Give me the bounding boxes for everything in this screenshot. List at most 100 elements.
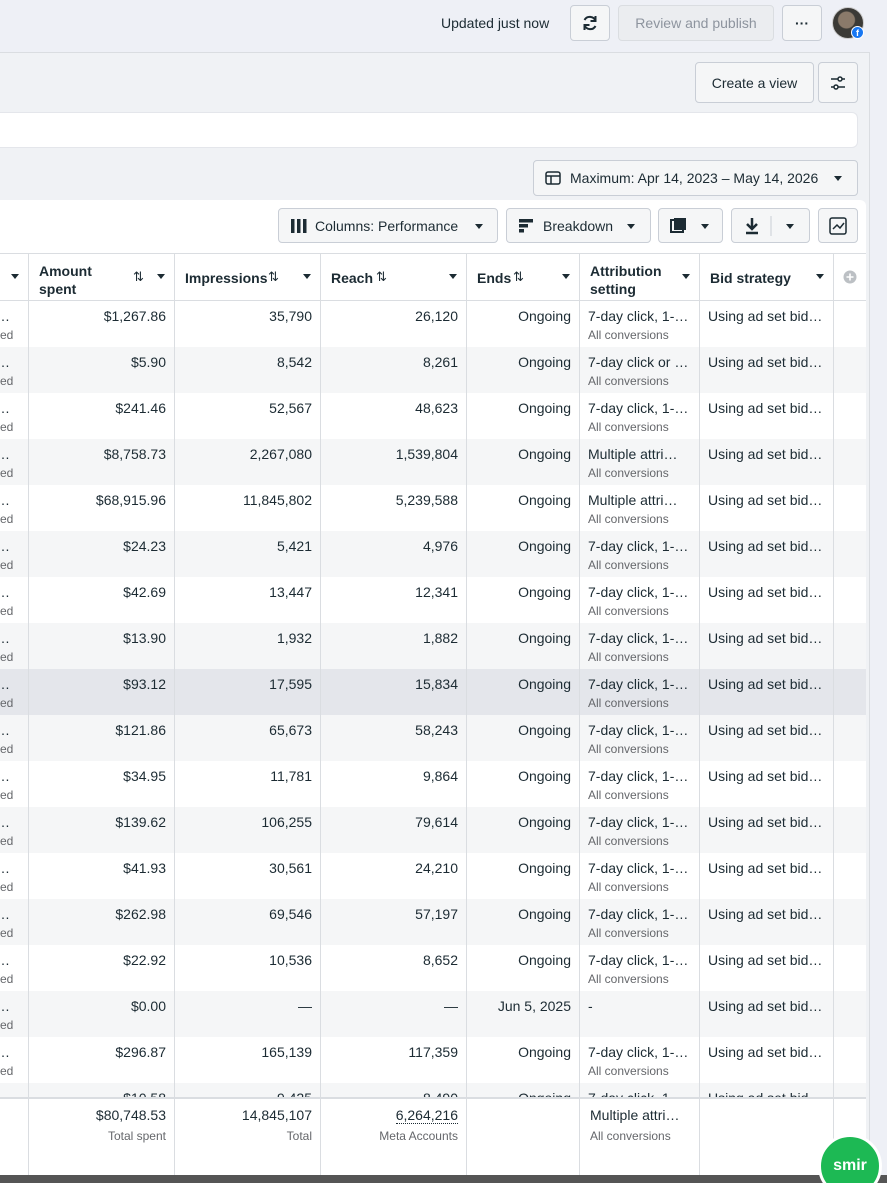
cell-value: 7-day click, 1-… (588, 814, 689, 830)
table-cell-bid: Using ad set bid… (700, 439, 834, 485)
cell-subtext: red (0, 880, 14, 894)
table-row[interactable]: … red $296.87 165,139 117,359 Ongoing 7-day cl… (0, 1037, 866, 1083)
table-row[interactable]: … red $5.90 8,542 8,261 Ongoing 7-day click or… (0, 347, 866, 393)
cell-value: 79,614 (415, 814, 458, 830)
cell-subtext: All conversions (588, 788, 669, 802)
cell-value: 2,267,080 (249, 446, 312, 462)
search-filter-bar[interactable] (0, 112, 858, 148)
table-row[interactable]: … red $41.93 30,561 24,210 Ongoing 7-day click… (0, 853, 866, 899)
column-label: Bid strategy (710, 270, 791, 286)
table-cell-amount: $13.90 (29, 623, 175, 669)
cell-value: … (0, 952, 10, 968)
table-row[interactable]: … red $34.95 11,781 9,864 Ongoing 7-day click,… (0, 761, 866, 807)
table-row[interactable]: … red $13.90 1,932 1,882 Ongoing 7-day click, … (0, 623, 866, 669)
table-row[interactable]: … red $139.62 106,255 79,614 Ongoing 7-day cli… (0, 807, 866, 853)
cell-subtext: red (0, 420, 14, 434)
cell-value: Ongoing (518, 584, 571, 600)
table-row[interactable]: … red $68,915.96 11,845,802 5,239,588 Ongoing… (0, 485, 866, 531)
cell-value: Ongoing (518, 814, 571, 830)
table-cell-reach: 5,239,588 (321, 485, 467, 531)
refresh-button[interactable] (570, 5, 610, 41)
cell-value: $13.90 (123, 630, 166, 646)
table-cell-attr: - (580, 991, 700, 1037)
cell-value: 35,790 (269, 308, 312, 324)
smir-badge[interactable]: smir (818, 1134, 882, 1183)
cell-value: Ongoing (518, 630, 571, 646)
table-cell-attr: 7-day click, 1-… All conversions (580, 623, 700, 669)
table-row[interactable]: … red $24.23 5,421 4,976 Ongoing 7-day click, … (0, 531, 866, 577)
table-row[interactable]: … red $42.69 13,447 12,341 Ongoing 7-day click… (0, 577, 866, 623)
cell-value: 24,210 (415, 860, 458, 876)
cell-value: 1,932 (276, 630, 312, 646)
total-reach-value[interactable]: 6,264,216 (395, 1107, 458, 1124)
table-row[interactable]: … red $0.00 — — Jun 5, 2025 - Using ad set bid… (0, 991, 866, 1037)
cell-value: … (0, 308, 10, 324)
table-cell-ends: Ongoing (467, 485, 580, 531)
cell-value: 7-day click, 1-… (588, 906, 689, 922)
table-cell-attr: 7-day click, 1-… All conversions (580, 669, 700, 715)
column-header-ends[interactable]: Ends ⇅ (467, 254, 580, 301)
chart-button[interactable] (818, 208, 858, 243)
table-cell-c0: … red (0, 715, 29, 761)
table-cell-attr: 7-day click, 1-… All conversions (580, 1037, 700, 1083)
date-range-picker[interactable]: Maximum: Apr 14, 2023 – May 14, 2026 (533, 160, 858, 196)
table-cell-empty (834, 485, 866, 531)
cell-subtext: red (0, 374, 14, 388)
cell-value: 5,421 (276, 538, 312, 554)
export-button[interactable] (731, 208, 810, 243)
column-header-impressions[interactable]: Impressions ⇅ (175, 254, 321, 301)
sort-icon[interactable]: ⇅ (513, 269, 524, 285)
cell-value: … (0, 768, 10, 784)
table-cell-c0: … red (0, 991, 29, 1037)
total-attribution-value: Multiple attri… (590, 1107, 680, 1123)
table-row[interactable]: … red $93.12 17,595 15,834 Ongoing 7-day click… (0, 669, 866, 715)
column-header-attribution[interactable]: Attribution setting (580, 254, 700, 301)
cell-value: Using ad set bid… (708, 952, 823, 968)
table-cell-c0: … red (0, 669, 29, 715)
cell-value: — (444, 998, 458, 1014)
cell-value: Using ad set bid… (708, 676, 823, 692)
create-view-button[interactable]: Create a view (695, 62, 814, 103)
add-column-button[interactable] (834, 254, 866, 301)
table-row[interactable]: … red $241.46 52,567 48,623 Ongoing 7-day clic… (0, 393, 866, 439)
cell-value: Ongoing (518, 538, 571, 554)
cell-value: 10,536 (269, 952, 312, 968)
table-cell-impressions: 69,546 (175, 899, 321, 945)
columns-button[interactable]: Columns: Performance (278, 208, 498, 243)
column-header-amount-spent[interactable]: Amount spent ⇅ (29, 254, 175, 301)
reports-button[interactable] (658, 208, 723, 243)
column-header-name[interactable] (0, 254, 29, 301)
table-row[interactable]: … red $22.92 10,536 8,652 Ongoing 7-day click,… (0, 945, 866, 991)
cell-subtext: All conversions (588, 926, 669, 940)
cell-value: 7-day click, 1-… (588, 676, 689, 692)
column-header-bid-strategy[interactable]: Bid strategy (700, 254, 834, 301)
table-cell-c0: … red (0, 439, 29, 485)
more-options-button[interactable]: ··· (782, 5, 822, 41)
table-cell-empty (834, 439, 866, 485)
column-header-reach[interactable]: Reach ⇅ (321, 254, 467, 301)
table-row[interactable]: … red $8,758.73 2,267,080 1,539,804 Ongoing Mu… (0, 439, 866, 485)
chevron-down-icon (475, 224, 483, 229)
cell-value: Jun 5, 2025 (497, 998, 571, 1014)
table-cell-amount: $139.62 (29, 807, 175, 853)
table-row[interactable]: … red $262.98 69,546 57,197 Ongoing 7-day clic… (0, 899, 866, 945)
cell-subtext: red (0, 328, 14, 342)
sort-icon[interactable]: ⇅ (376, 269, 387, 285)
table-cell-reach: 57,197 (321, 899, 467, 945)
table-cell-amount: $241.46 (29, 393, 175, 439)
total-amount-caption: Total spent (107, 1129, 166, 1143)
cell-value: … (0, 492, 10, 508)
table-row[interactable]: … red $1,267.86 35,790 26,120 Ongoing 7-day cl… (0, 301, 866, 347)
table-row[interactable]: … red $121.86 65,673 58,243 Ongoing 7-day clic… (0, 715, 866, 761)
cell-value: $93.12 (123, 676, 166, 692)
cell-value: $68,915.96 (95, 492, 166, 508)
breakdown-button[interactable]: Breakdown (506, 208, 651, 243)
table-cell-ends: Ongoing (467, 945, 580, 991)
sort-icon[interactable]: ⇅ (268, 269, 279, 285)
settings-button[interactable] (818, 62, 858, 103)
table-cell-reach: 48,623 (321, 393, 467, 439)
review-publish-button[interactable]: Review and publish (618, 5, 774, 41)
table-cell-impressions: 11,781 (175, 761, 321, 807)
sort-icon[interactable]: ⇅ (133, 269, 144, 285)
cell-value: 7-day click, 1-… (588, 400, 689, 416)
